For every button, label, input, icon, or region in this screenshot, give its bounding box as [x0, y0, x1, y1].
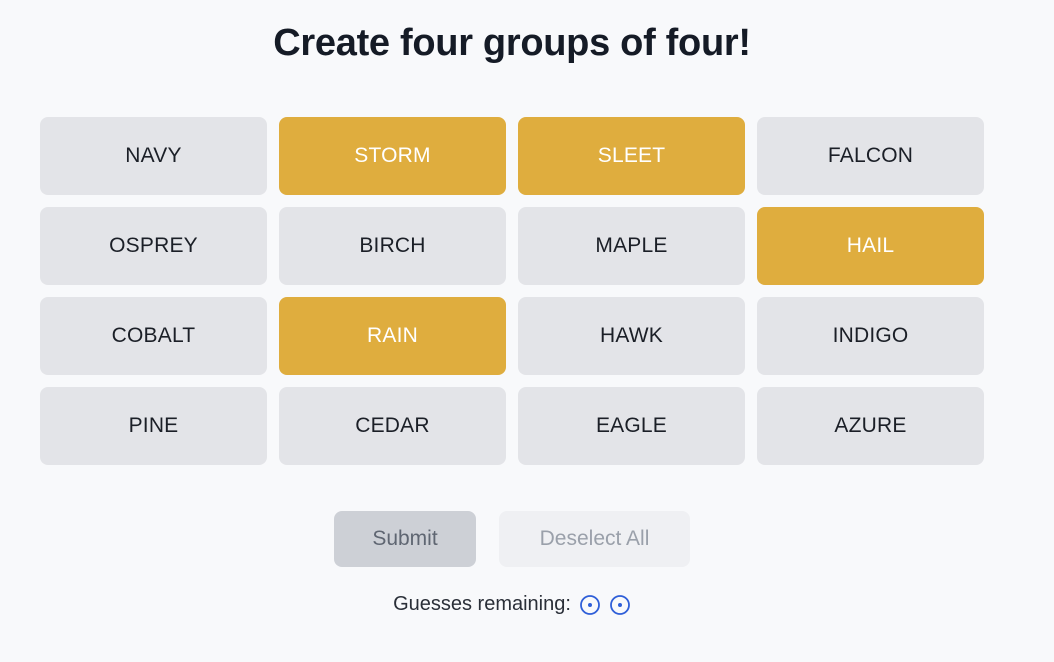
- word-tile[interactable]: RAIN: [279, 297, 506, 375]
- game-page: Create four groups of four! NAVY STORM S…: [0, 0, 1054, 662]
- word-tile[interactable]: EAGLE: [518, 387, 745, 465]
- word-tile[interactable]: HAIL: [757, 207, 984, 285]
- word-tile[interactable]: HAWK: [518, 297, 745, 375]
- page-title: Create four groups of four!: [273, 22, 751, 64]
- word-tile[interactable]: PINE: [40, 387, 267, 465]
- target-circle-icon: [610, 594, 630, 615]
- word-tile[interactable]: CEDAR: [279, 387, 506, 465]
- word-tile[interactable]: AZURE: [757, 387, 984, 465]
- word-tile[interactable]: MAPLE: [518, 207, 745, 285]
- submit-button[interactable]: Submit: [334, 511, 476, 567]
- word-tile[interactable]: FALCON: [757, 117, 984, 195]
- word-tile[interactable]: COBALT: [40, 297, 267, 375]
- word-tile[interactable]: BIRCH: [279, 207, 506, 285]
- target-circle-icon: [580, 594, 600, 615]
- word-tile[interactable]: STORM: [279, 117, 506, 195]
- action-controls: Submit Deselect All: [0, 511, 1024, 567]
- word-tile[interactable]: SLEET: [518, 117, 745, 195]
- word-tile[interactable]: INDIGO: [757, 297, 984, 375]
- guesses-remaining: Guesses remaining:: [0, 593, 1024, 616]
- deselect-all-button[interactable]: Deselect All: [499, 511, 690, 567]
- word-tile[interactable]: NAVY: [40, 117, 267, 195]
- word-tile[interactable]: OSPREY: [40, 207, 267, 285]
- guess-indicators: [579, 594, 631, 616]
- guesses-remaining-label: Guesses remaining:: [393, 593, 571, 615]
- word-grid: NAVY STORM SLEET FALCON OSPREY BIRCH MAP…: [40, 117, 984, 465]
